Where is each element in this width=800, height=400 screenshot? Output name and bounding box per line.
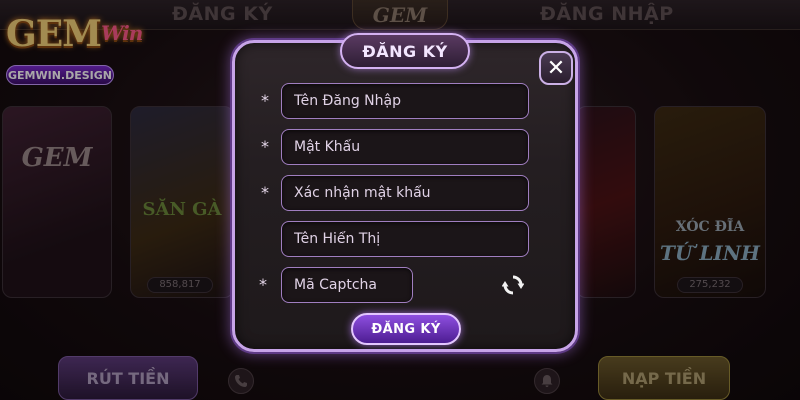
confirm-password-row: *	[235, 175, 581, 213]
confirm-password-input[interactable]	[281, 175, 529, 211]
refresh-icon	[502, 275, 524, 295]
required-marker: *	[259, 275, 267, 294]
captcha-input[interactable]	[281, 267, 413, 303]
required-marker: *	[261, 137, 269, 156]
modal-title: ĐĂNG KÝ	[362, 41, 448, 61]
captcha-row: *	[235, 267, 581, 305]
required-marker: *	[261, 183, 269, 202]
required-marker: *	[261, 91, 269, 110]
username-row: *	[235, 83, 581, 121]
close-button[interactable]: ✕	[539, 51, 573, 85]
register-submit-label: ĐĂNG KÝ	[371, 321, 441, 337]
password-row: *	[235, 129, 581, 167]
username-input[interactable]	[281, 83, 529, 119]
close-icon: ✕	[546, 55, 566, 81]
display-name-row	[235, 221, 581, 259]
register-modal: ĐĂNG KÝ ✕ * * * * ĐĂNG KÝ	[232, 33, 581, 352]
modal-title-tab: ĐĂNG KÝ	[340, 33, 470, 69]
refresh-captcha-button[interactable]	[501, 273, 525, 297]
password-input[interactable]	[281, 129, 529, 165]
register-submit-button[interactable]: ĐĂNG KÝ	[351, 313, 461, 345]
display-name-input[interactable]	[281, 221, 529, 257]
